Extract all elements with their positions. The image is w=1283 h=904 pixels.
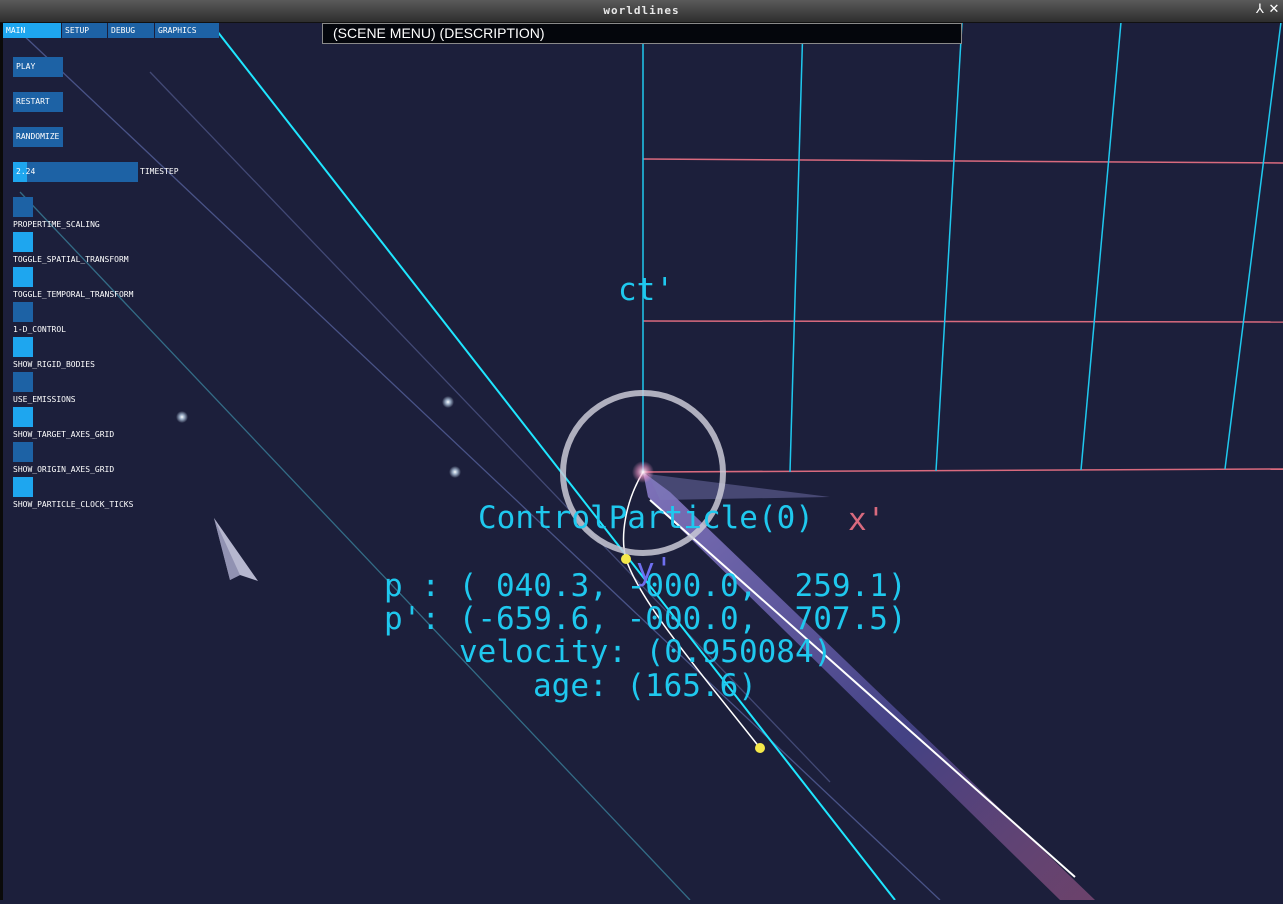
x-axis-label: x' (848, 502, 886, 538)
tab-setup[interactable]: SETUP (62, 23, 107, 38)
window-titlebar: worldlines ⅄ ✕ (0, 0, 1283, 23)
close-icon[interactable]: ✕ (1267, 3, 1281, 17)
window-title: worldlines (603, 4, 680, 17)
toggle-label: SHOW_PARTICLE_CLOCK_TICKS (13, 500, 134, 509)
spacetime-viewport[interactable]: ct' x' y' ControlParticle(0) p : ( 040.3… (0, 21, 1283, 901)
spacetime-scene (19, 21, 1283, 901)
toggle-label: PROPERTIME_SCALING (13, 220, 100, 229)
toggle-1d-control[interactable] (13, 302, 33, 322)
toggle-show-rigid-bodies[interactable] (13, 337, 33, 357)
toggle-spatial-transform[interactable] (13, 232, 33, 252)
particle-name: ControlParticle(0) (478, 500, 814, 536)
toggle-label: SHOW_RIGID_BODIES (13, 360, 95, 369)
target-axes-grid (642, 158, 1283, 473)
restart-button[interactable]: RESTART (13, 92, 63, 112)
minimize-icon[interactable]: ⅄ (1253, 3, 1267, 17)
scene-menu-bar[interactable]: (SCENE MENU) (DESCRIPTION) (322, 23, 962, 44)
play-button[interactable]: PLAY (13, 57, 63, 77)
target-axes-grid-verticals (642, 21, 1282, 473)
timestep-value: 2.24 (16, 167, 36, 176)
toggle-show-particle-clock-ticks[interactable] (13, 477, 33, 497)
velocity-readout: velocity: (0.950084) (459, 634, 833, 670)
toggle-temporal-transform[interactable] (13, 267, 33, 287)
toggle-label: 1-D_CONTROL (13, 325, 66, 334)
toggle-show-target-axes-grid[interactable] (13, 407, 33, 427)
age-readout: age: (165.6) (533, 668, 757, 704)
randomize-button[interactable]: RANDOMIZE (13, 127, 63, 147)
tab-main[interactable]: MAIN (3, 23, 61, 38)
window-left-edge (0, 22, 3, 900)
timestep-label: TIMESTEP (140, 167, 179, 176)
position-readout: p : ( 040.3, -000.0, 259.1) (384, 568, 907, 604)
tab-debug[interactable]: DEBUG (108, 23, 154, 38)
toggle-propertime-scaling[interactable] (13, 197, 33, 217)
toggle-label: SHOW_ORIGIN_AXES_GRID (13, 465, 115, 474)
ct-axis-label: ct' (618, 272, 674, 308)
toggle-label: SHOW_TARGET_AXES_GRID (13, 430, 115, 439)
transformed-position-readout: p': (-659.6, -000.0, 707.5) (384, 601, 907, 637)
toggle-show-origin-axes-grid[interactable] (13, 442, 33, 462)
toggle-label: TOGGLE_TEMPORAL_TRANSFORM (13, 290, 134, 299)
worldlines (19, 21, 941, 901)
toggle-label: USE_EMISSIONS (13, 395, 76, 404)
gui-tabs: MAIN SETUP DEBUG GRAPHICS (3, 23, 220, 38)
timestep-slider[interactable]: 2.24 (13, 162, 138, 182)
tab-graphics[interactable]: GRAPHICS (155, 23, 219, 38)
toggle-label: TOGGLE_SPATIAL_TRANSFORM (13, 255, 129, 264)
toggle-use-emissions[interactable] (13, 372, 33, 392)
